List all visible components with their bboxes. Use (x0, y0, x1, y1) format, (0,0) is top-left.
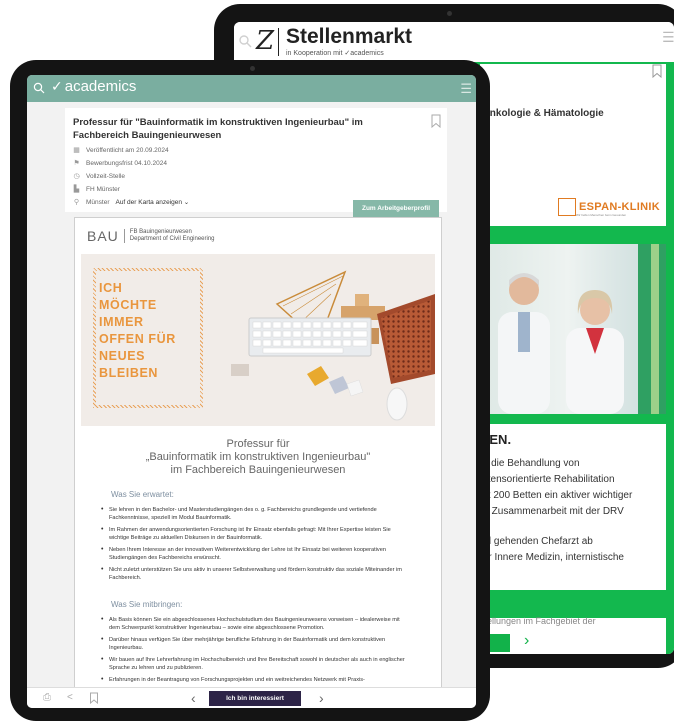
clinic-tagline: Wir helfen Menschen beim Gesunden (576, 213, 627, 217)
list-item: Wir bauen auf Ihre Lehrerfahrung im Hoch… (101, 656, 411, 672)
application-deadline: ⚑ Bewerbungsfrist 04.10.2024 (73, 159, 167, 168)
employment-type-text: Vollzeit-Stelle (86, 172, 126, 180)
job-title: Professur für "Bauinformatik im konstruk… (73, 117, 363, 141)
calendar-icon: ▦ (73, 147, 80, 154)
cut-text-line: stellungen im Fachgebiet der (480, 616, 666, 632)
text-line: er Zusammenarbeit mit der DRV (480, 506, 624, 517)
list-item: Erfahrungen in der Beantragung von Forsc… (101, 676, 411, 684)
department-name: FB Bauingenieurwesen Department of Civil… (130, 229, 215, 243)
text-line: altensorientierte Rehabilitation (480, 474, 615, 485)
search-icon[interactable] (238, 34, 252, 48)
map-link-label: Auf der Karta anzeigen (115, 199, 182, 206)
text-line: nd gehenden Chefarzt ab (480, 536, 593, 547)
ad-title-line: Professur für (226, 438, 290, 450)
hero-objects-illustration (231, 270, 435, 421)
bookmark-icon[interactable] (89, 692, 99, 704)
stellenmarkt-subtitle: in Kooperation mit ✓academics (286, 50, 384, 57)
share-icon[interactable]: < (67, 692, 77, 704)
stellenmarkt-footer: rt › (480, 632, 666, 654)
job-category: Onkologie & Hämatologie (482, 108, 604, 119)
menu-icon[interactable]: ☰ (460, 81, 472, 97)
list-item: Darüber hinaus verfügen Sie über mehrjäh… (101, 636, 411, 652)
deadline-text: Bewerbungsfrist 04.10.2024 (86, 159, 167, 167)
academics-screen: ✓ academics ☰ Professur für "Bauinformat… (27, 75, 476, 708)
bring-list: Als Basis können Sie ein abgeschlossenes… (101, 616, 411, 688)
list-item: Neben Ihrem Interesse an der innovativen… (101, 546, 411, 562)
print-icon[interactable]: ⎙ (43, 692, 53, 704)
employer-text: FH Münster (86, 185, 120, 193)
list-item: Nicht zuletzt unterstützen Sie uns aktiv… (101, 566, 411, 582)
text-line: nit 200 Betten ein aktiver wichtiger (480, 490, 633, 501)
chevron-right-icon[interactable]: › (524, 632, 529, 650)
text-line: uf die Behandlung von (480, 458, 580, 469)
department-abbr: BAU (87, 228, 119, 244)
bookmark-icon[interactable] (431, 114, 441, 128)
clock-icon: ◷ (73, 173, 80, 180)
academics-brand: academics (64, 78, 137, 95)
doctors-photo (488, 244, 666, 414)
building-icon: ▙ (73, 186, 80, 193)
department-name-de: FB Bauingenieurwesen (129, 229, 192, 235)
job-summary-card: Professur für "Bauinformatik im konstruk… (65, 108, 447, 218)
location-text: Münster (86, 198, 110, 206)
camera-dot (250, 66, 255, 71)
academics-header: ✓ academics ☰ (27, 75, 476, 102)
flag-icon: ⚑ (73, 160, 80, 167)
list-item: Sie lehren in den Bachelor- und Masterst… (101, 506, 411, 522)
show-on-map-link[interactable]: Auf der Karta anzeigen ⌄ (115, 198, 189, 206)
next-button[interactable]: › (319, 690, 324, 706)
location: ⚲ Münster Auf der Karta anzeigen ⌄ (73, 198, 189, 207)
logo-divider (278, 28, 279, 56)
ad-title: Professur für „Bauinformatik im konstruk… (75, 438, 441, 477)
hero-image: ICH MÖCHTE IMMER OFFEN FÜR NEUES BLEIBEN (81, 254, 435, 426)
menu-icon[interactable]: ☰ (662, 30, 674, 44)
chevron-down-icon: ⌄ (183, 199, 190, 206)
previous-button[interactable]: ‹ (191, 690, 196, 706)
employer-profile-button[interactable]: Zum Arbeitgeberprofil (353, 200, 439, 218)
stellenmarkt-header: Z Stellenmarkt in Kooperation mit ✓acade… (234, 22, 674, 63)
department-divider (123, 229, 125, 243)
job-description-fragment: BEN. uf die Behandlung von altensorienti… (480, 424, 666, 590)
employment-type: ◷ Vollzeit-Stelle (73, 172, 126, 181)
search-icon[interactable] (33, 82, 45, 94)
section-title-bring: Was Sie mitbringen: (111, 600, 183, 609)
employer: ▙ FH Münster (73, 185, 120, 194)
clinic-card: Onkologie & Hämatologie ESPAN-KLINIK Wir… (480, 64, 666, 226)
doctor-woman-figure (566, 290, 624, 414)
academics-logo[interactable]: ✓ academics (51, 78, 136, 95)
expect-list: Sie lehren in den Bachelor- und Masterst… (101, 506, 411, 586)
text-line: für Innere Medizin, internistische (480, 552, 624, 563)
pin-icon: ⚲ (73, 199, 80, 206)
interested-button[interactable]: Ich bin interessiert (209, 691, 301, 706)
academics-check-icon: ✓ (51, 78, 63, 94)
published-date: ▦ Veröffentlicht am 20.09.2024 (73, 146, 169, 155)
ad-title-line: „Bauinformatik im konstruktiven Ingenieu… (145, 451, 371, 463)
bottom-action-bar: ⎙ < ‹ Ich bin interessiert › (27, 687, 476, 708)
department-header: BAU FB Bauingenieurwesen Department of C… (87, 228, 215, 244)
zeit-logo[interactable]: Z (256, 26, 274, 56)
published-text: Veröffentlicht am 20.09.2024 (86, 146, 169, 154)
camera-dot (447, 11, 452, 16)
section-title-expect: Was Sie erwartet: (111, 490, 174, 499)
bookmark-icon[interactable] (652, 64, 662, 78)
photo-light-band (651, 244, 659, 414)
front-tablet-device: ✓ academics ☰ Professur für "Bauinformat… (10, 60, 490, 721)
text-line: stellungen im Fachgebiet der (480, 616, 596, 626)
doctor-man-figure (498, 273, 550, 414)
clinic-logo-mark-icon (558, 198, 576, 216)
list-item: Im Rahmen der anwendungsorientierten For… (101, 526, 411, 542)
stellenmarkt-title: Stellenmarkt (286, 25, 413, 48)
job-advertisement: BAU FB Bauingenieurwesen Department of C… (74, 217, 442, 708)
department-name-en: Department of Civil Engineering (129, 236, 215, 242)
ad-title-line: im Fachbereich Bauingenieurwesen (170, 464, 346, 476)
list-item: Als Basis können Sie ein abgeschlossenes… (101, 616, 411, 632)
clinic-name: ESPAN-KLINIK (579, 201, 661, 213)
